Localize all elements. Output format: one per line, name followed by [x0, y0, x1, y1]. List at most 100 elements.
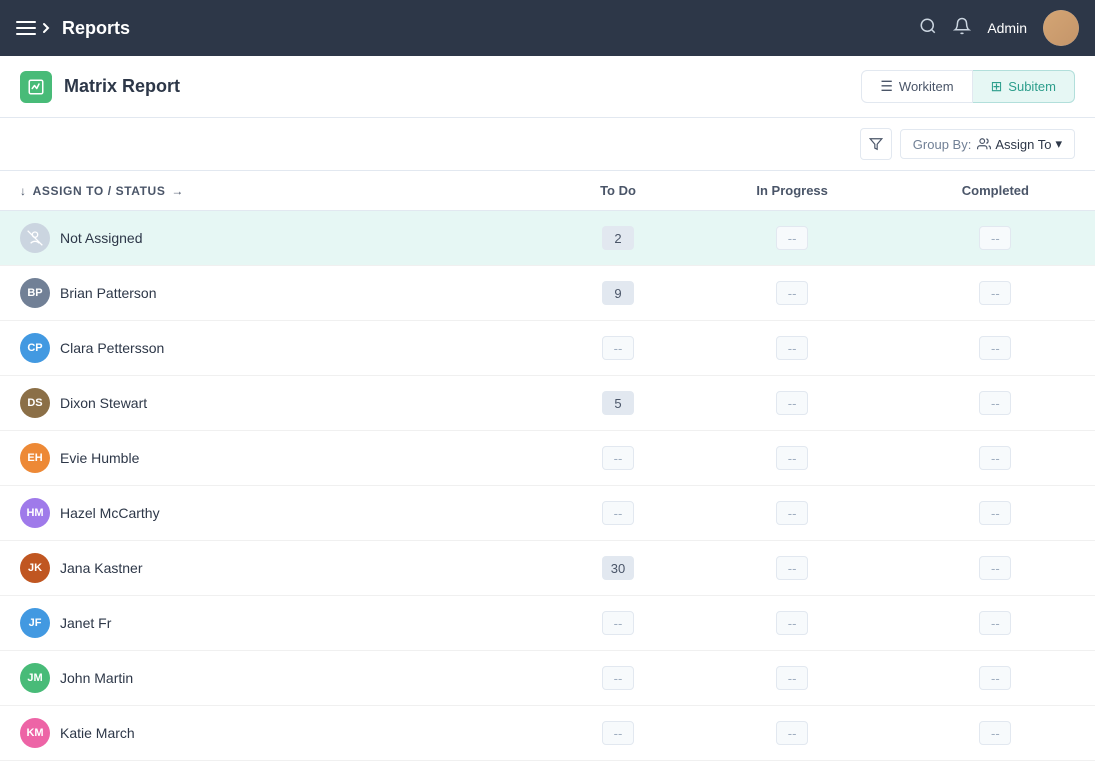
avatar: KM	[20, 718, 50, 748]
report-header: Matrix Report ☰ Workitem ⊞ Subitem	[0, 56, 1095, 118]
todo-cell: --	[548, 431, 689, 486]
table-row: JM John Martin -- -- --	[0, 651, 1095, 706]
person-name: John Martin	[60, 670, 133, 686]
completed-cell: --	[896, 211, 1095, 266]
avatar: HM	[20, 498, 50, 528]
person-name: Jana Kastner	[60, 560, 143, 576]
todo-cell: 2	[548, 211, 689, 266]
not-assigned-icon	[20, 223, 50, 253]
app-title: Reports	[62, 18, 907, 39]
table-row: BPBrian Patterson 9 ----	[0, 266, 1095, 321]
todo-value: 9	[602, 281, 634, 305]
todo-value: --	[602, 446, 634, 470]
completed-cell: --	[896, 706, 1095, 761]
inprogress-cell: --	[688, 376, 895, 431]
person-cell: CPClara Pettersson	[0, 321, 548, 376]
completed-cell: --	[896, 321, 1095, 376]
todo-cell: --	[548, 321, 689, 376]
completed-value: --	[979, 336, 1011, 360]
person-cell: Not Assigned	[0, 211, 548, 266]
filter-button[interactable]	[860, 128, 892, 160]
inprogress-cell: --	[688, 541, 895, 596]
completed-value: --	[979, 226, 1011, 250]
todo-cell: 5	[548, 376, 689, 431]
table-wrapper: ↓ ASSIGN TO / STATUS → To Do In Progress…	[0, 171, 1095, 761]
inprogress-value: --	[776, 666, 808, 690]
group-by-label: Group By:	[913, 137, 972, 152]
inprogress-cell: --	[688, 596, 895, 651]
completed-value: --	[979, 721, 1011, 745]
main-content: Matrix Report ☰ Workitem ⊞ Subitem Group…	[0, 56, 1095, 761]
navbar-actions: Admin	[919, 10, 1079, 46]
todo-cell: --	[548, 486, 689, 541]
report-title: Matrix Report	[64, 76, 861, 97]
todo-cell: 30	[548, 541, 689, 596]
workitem-label: Workitem	[899, 79, 954, 94]
notification-icon[interactable]	[953, 17, 971, 40]
completed-value: --	[979, 446, 1011, 470]
todo-value: 30	[602, 556, 634, 580]
completed-cell: --	[896, 431, 1095, 486]
inprogress-cell: --	[688, 431, 895, 486]
todo-cell: 9	[548, 266, 689, 321]
completed-cell: --	[896, 266, 1095, 321]
person-name: Hazel McCarthy	[60, 505, 160, 521]
avatar: CP	[20, 333, 50, 363]
inprogress-value: --	[776, 721, 808, 745]
group-by-value-text: Assign To	[995, 137, 1051, 152]
todo-value: 2	[602, 226, 634, 250]
person-cell: JFJanet Fr	[0, 596, 548, 651]
todo-value: --	[602, 666, 634, 690]
matrix-table: ↓ ASSIGN TO / STATUS → To Do In Progress…	[0, 171, 1095, 761]
table-row: JK Jana Kastner 30 ----	[0, 541, 1095, 596]
table-row: HM Hazel McCarthy -- -- --	[0, 486, 1095, 541]
avatar: JM	[20, 663, 50, 693]
avatar: EH	[20, 443, 50, 473]
person-cell: DSDixon Stewart	[0, 376, 548, 431]
todo-cell: --	[548, 706, 689, 761]
navbar: Reports Admin	[0, 0, 1095, 56]
report-tabs: ☰ Workitem ⊞ Subitem	[861, 70, 1075, 103]
person-name: Katie March	[60, 725, 135, 741]
inprogress-value: --	[776, 501, 808, 525]
inprogress-cell: --	[688, 651, 895, 706]
subitem-label: Subitem	[1008, 79, 1056, 94]
report-icon	[20, 71, 52, 103]
todo-value: --	[602, 721, 634, 745]
completed-cell: --	[896, 596, 1095, 651]
completed-cell: --	[896, 541, 1095, 596]
inprogress-value: --	[776, 611, 808, 635]
right-arrow-icon: →	[171, 184, 184, 198]
search-icon[interactable]	[919, 17, 937, 40]
person-name: Dixon Stewart	[60, 395, 147, 411]
inprogress-cell: --	[688, 706, 895, 761]
avatar: BP	[20, 278, 50, 308]
avatar: JK	[20, 553, 50, 583]
subitem-icon: ⊞	[991, 78, 1003, 95]
user-avatar[interactable]	[1043, 10, 1079, 46]
group-by-value: Assign To ▾	[977, 136, 1062, 152]
completed-cell: --	[896, 486, 1095, 541]
inprogress-value: --	[776, 226, 808, 250]
person-cell: KM Katie March	[0, 706, 548, 761]
todo-value: --	[602, 611, 634, 635]
tab-workitem[interactable]: ☰ Workitem	[861, 70, 972, 103]
menu-button[interactable]	[16, 21, 50, 35]
table-row: DSDixon Stewart5----	[0, 376, 1095, 431]
inprogress-value: --	[776, 446, 808, 470]
tab-subitem[interactable]: ⊞ Subitem	[973, 70, 1075, 103]
header-assign: ↓ ASSIGN TO / STATUS →	[0, 171, 548, 211]
table-body: Not Assigned2----BPBrian Patterson9----C…	[0, 211, 1095, 761]
group-by-button[interactable]: Group By: Assign To ▾	[900, 129, 1075, 159]
todo-value: --	[602, 336, 634, 360]
person-name: Janet Fr	[60, 615, 111, 631]
todo-cell: --	[548, 596, 689, 651]
todo-value: --	[602, 501, 634, 525]
person-cell: BPBrian Patterson	[0, 266, 548, 321]
inprogress-cell: --	[688, 266, 895, 321]
table-row: JFJanet Fr -- -- --	[0, 596, 1095, 651]
table-row: EHEvie Humble -- -- --	[0, 431, 1095, 486]
completed-cell: --	[896, 651, 1095, 706]
person-cell: EHEvie Humble	[0, 431, 548, 486]
workitem-icon: ☰	[880, 78, 893, 95]
